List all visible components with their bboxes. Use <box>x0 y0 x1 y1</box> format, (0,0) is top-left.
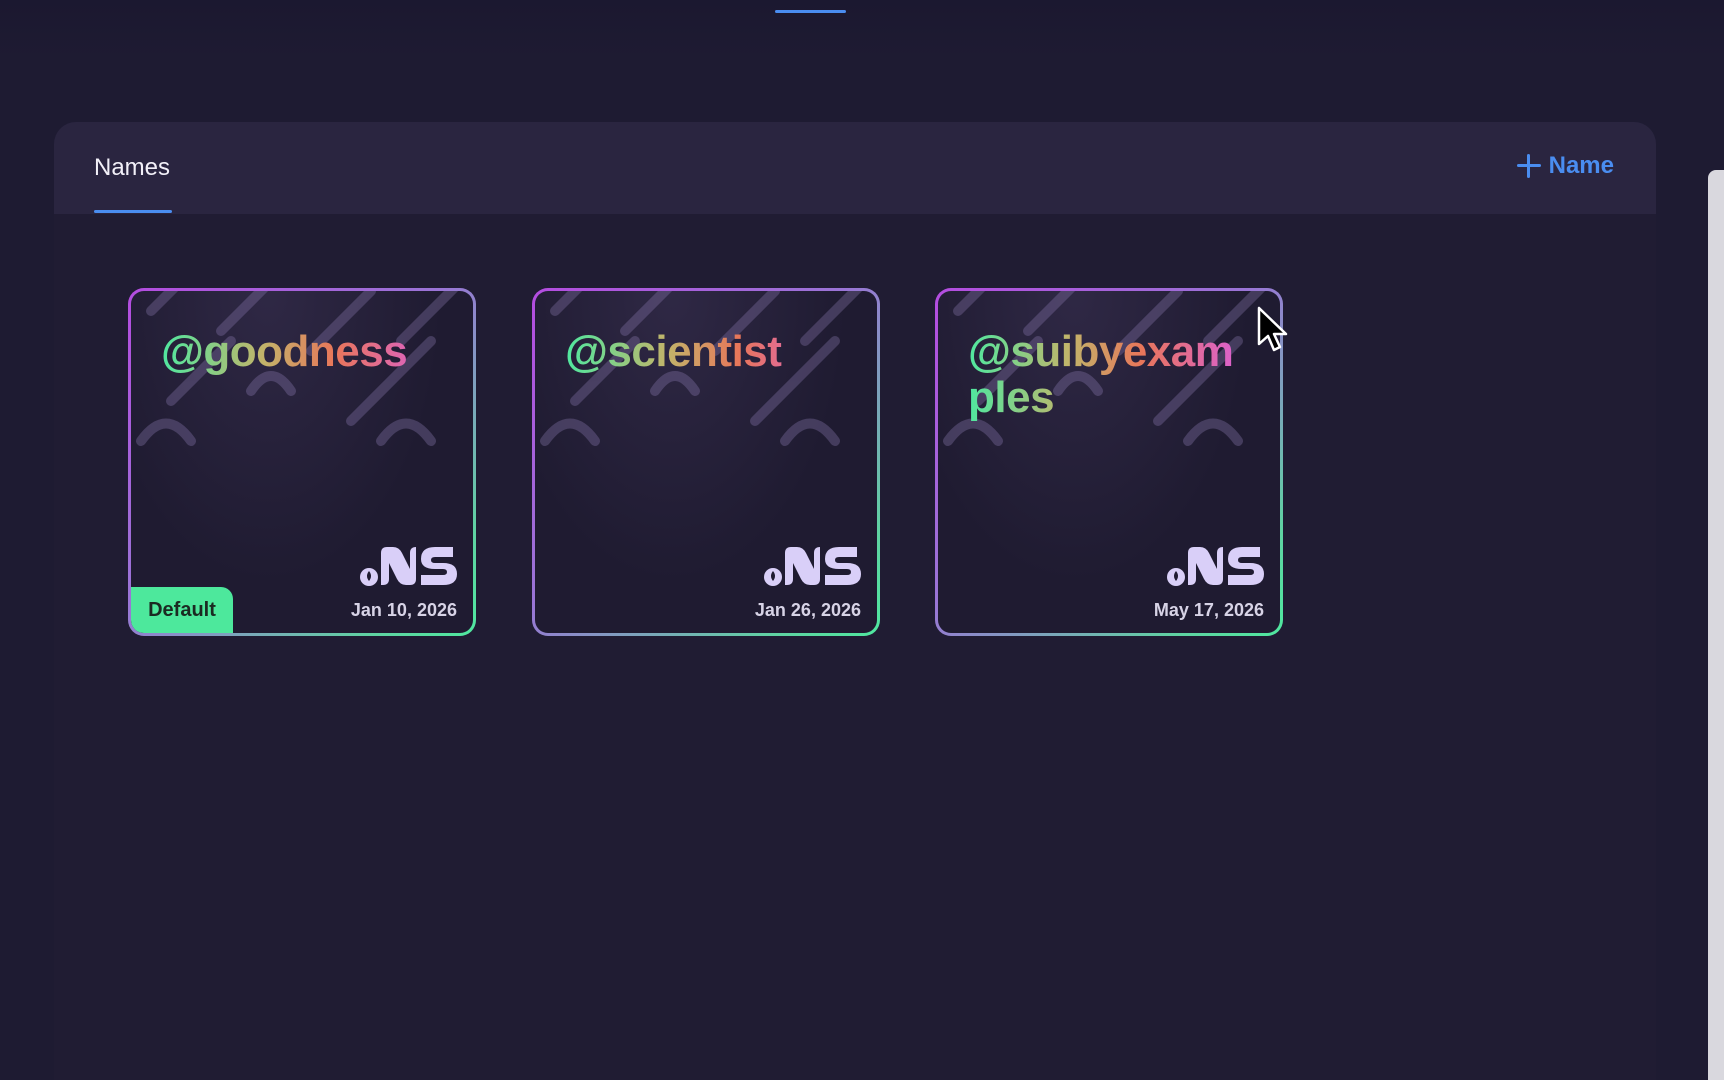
name-card[interactable]: @scientist Jan 26, 2026 <box>532 288 880 636</box>
name-handle: @suibyexamples <box>968 329 1258 421</box>
suins-logo-icon <box>764 547 861 586</box>
panel-header: Names Name <box>54 122 1656 214</box>
name-handle: @scientist <box>565 329 855 375</box>
top-bar <box>0 0 1724 60</box>
name-handle: @goodness <box>161 329 451 375</box>
default-badge: Default <box>131 587 233 633</box>
suins-logo-icon <box>1167 547 1264 586</box>
add-name-button[interactable]: Name <box>1516 152 1614 180</box>
plus-icon <box>1516 154 1541 178</box>
registration-date: May 17, 2026 <box>1153 600 1264 620</box>
names-panel: Names Name @goodness Jan 10, 2026 Defaul… <box>54 122 1656 1080</box>
suins-logo-icon <box>360 547 457 586</box>
name-card[interactable]: @suibyexamples May 17, 2026 <box>935 288 1283 636</box>
scrollbar[interactable] <box>1708 170 1724 1080</box>
add-name-label: Name <box>1548 152 1614 179</box>
registration-date: Jan 10, 2026 <box>350 600 457 620</box>
tab-active-underline <box>94 210 172 213</box>
top-tab-indicator <box>775 10 846 13</box>
name-card[interactable]: @goodness Jan 10, 2026 Default <box>128 288 476 636</box>
tab-names[interactable]: Names <box>94 154 170 182</box>
registration-date: Jan 26, 2026 <box>754 600 861 620</box>
mouse-pointer-icon <box>1257 306 1288 352</box>
